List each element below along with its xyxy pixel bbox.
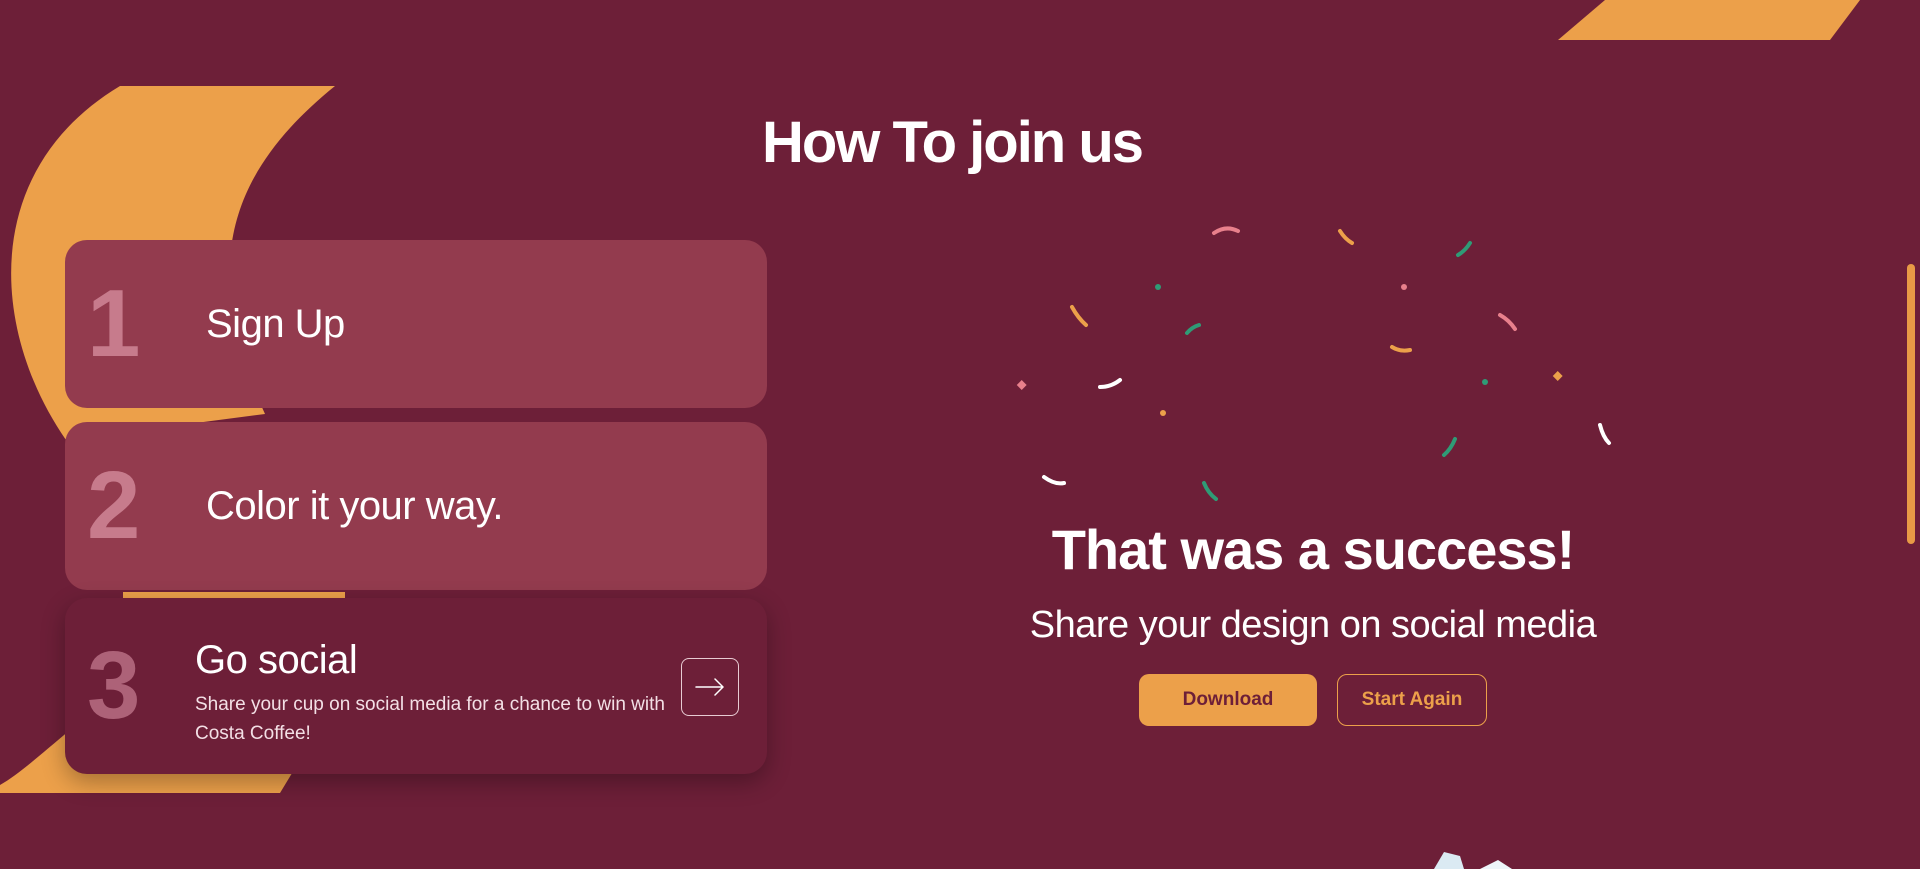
go-social-arrow-button[interactable] — [681, 658, 739, 716]
confetti-piece — [1160, 410, 1166, 416]
scrollbar-thumb[interactable] — [1907, 264, 1915, 544]
confetti-piece — [1390, 345, 1412, 353]
step-number: 2 — [87, 452, 141, 559]
step-card-sign-up[interactable]: 1 Sign Up — [65, 240, 767, 408]
confetti-piece — [1185, 323, 1201, 335]
confetti-piece — [1482, 379, 1488, 385]
confetti-piece — [1098, 378, 1122, 389]
confetti-piece — [1442, 437, 1457, 457]
confetti-piece — [1070, 305, 1088, 327]
confetti-piece — [1401, 284, 1407, 290]
decorative-shape-top-right — [1558, 0, 1860, 40]
step-card-go-social: 3 Go social Share your cup on social med… — [65, 598, 767, 774]
start-again-button[interactable]: Start Again — [1337, 674, 1487, 726]
step-label: Color it your way. — [206, 484, 504, 528]
confetti-piece — [1338, 229, 1354, 245]
step-number: 3 — [87, 632, 141, 739]
success-title: That was a success! — [1051, 518, 1576, 581]
download-button[interactable]: Download — [1139, 674, 1317, 726]
confetti-piece — [1598, 423, 1611, 445]
step-label: Go social — [195, 638, 358, 682]
arrow-right-icon — [695, 678, 724, 696]
confetti-piece — [1016, 380, 1027, 390]
confetti-piece — [1042, 475, 1066, 486]
confetti-piece — [1456, 241, 1472, 257]
step-number: 1 — [87, 270, 141, 377]
confetti-piece — [1552, 371, 1563, 381]
confetti-piece — [1202, 481, 1218, 501]
confetti-piece — [1498, 313, 1517, 331]
success-subtitle: Share your design on social media — [1029, 604, 1597, 646]
decorative-cup-illustration — [1434, 852, 1512, 869]
step-label: Sign Up — [206, 302, 345, 346]
confetti-piece — [1155, 284, 1161, 290]
confetti-illustration — [1016, 226, 1611, 501]
confetti-piece — [1212, 226, 1240, 235]
step-description: Share your cup on social media for a cha… — [195, 694, 665, 744]
step-card-color[interactable]: 2 Color it your way. — [65, 422, 767, 590]
section-title: How To join us — [761, 110, 1144, 175]
